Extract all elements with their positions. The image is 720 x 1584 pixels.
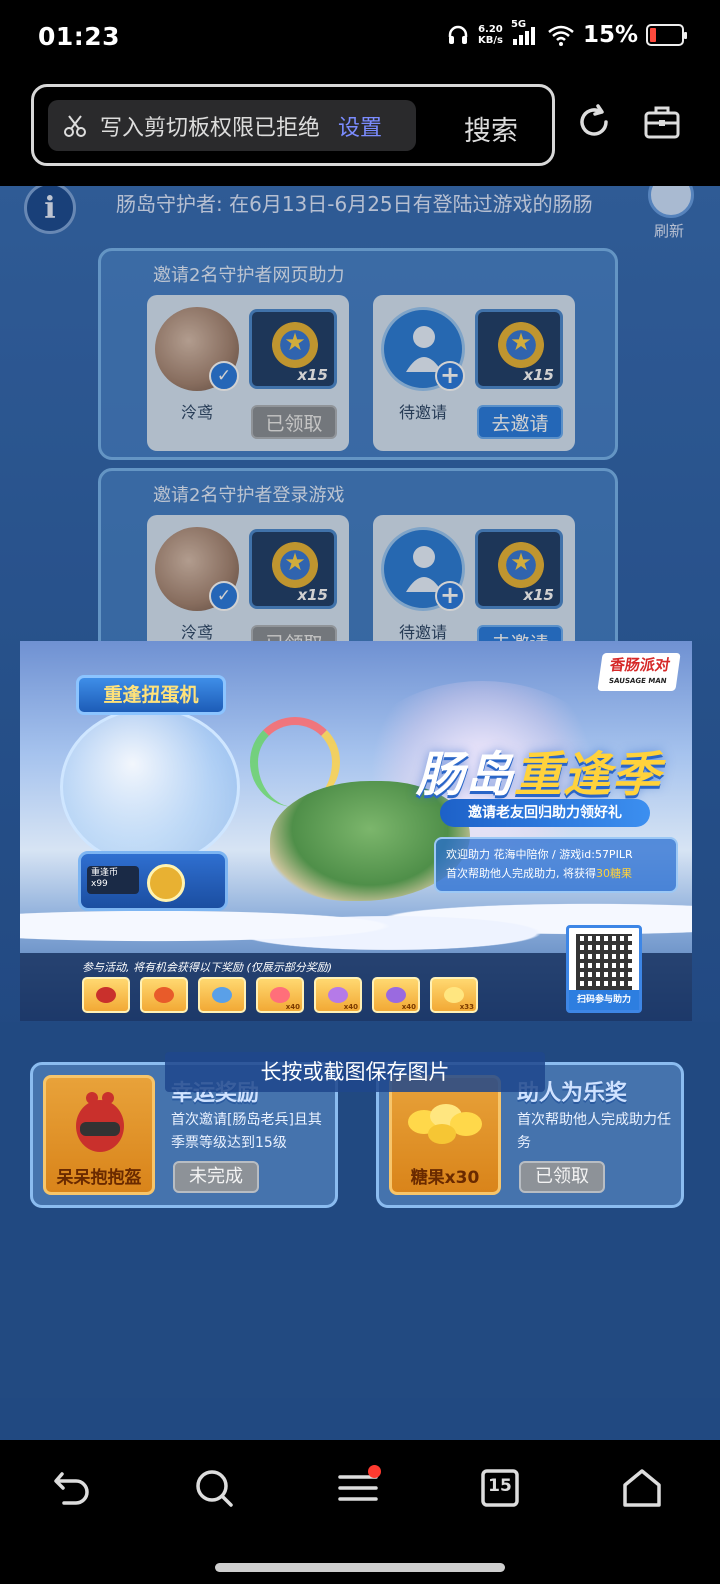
home-icon[interactable] — [620, 1466, 664, 1510]
prize-status-button[interactable]: 未完成 — [173, 1161, 259, 1193]
toast-settings-link[interactable]: 设置 — [338, 110, 382, 142]
prize-status-button[interactable]: 已领取 — [519, 1161, 605, 1193]
reward-item: x33 — [430, 977, 478, 1013]
battery-icon — [646, 24, 687, 46]
clipboard-toast: 写入剪切板权限已拒绝 设置 — [48, 100, 416, 151]
poster-subtitle: 邀请老友回归助力领好礼 — [440, 799, 650, 827]
helmet-icon — [76, 1092, 124, 1152]
prize-image-helmet: 呆呆抱抱盔 — [43, 1075, 155, 1195]
status-time: 01:23 — [38, 22, 121, 51]
prize-item-name: 糖果x30 — [410, 1168, 480, 1188]
notification-dot — [368, 1465, 381, 1478]
battery-percent: 15% — [582, 22, 638, 48]
toolbox-icon[interactable] — [642, 102, 682, 142]
reward-item — [140, 977, 188, 1013]
reward-item — [82, 977, 130, 1013]
qr-code: 扫码参与助力 — [566, 925, 642, 1013]
browser-toolbar: 写入剪切板权限已拒绝 设置 搜索 — [0, 78, 720, 186]
prize-item-name: 呆呆抱抱盔 — [56, 1168, 142, 1188]
refresh-icon[interactable] — [574, 102, 614, 142]
address-bar[interactable]: 写入剪切板权限已拒绝 设置 搜索 — [31, 84, 555, 166]
qr-pattern — [576, 934, 632, 990]
machine-globe — [60, 707, 240, 867]
status-bar: 01:23 6.20 KB/s 5G 15% — [0, 0, 720, 78]
machine-sign: 重逢扭蛋机 — [76, 675, 226, 715]
signal-icon: 5G — [511, 19, 539, 47]
save-image-hint: 长按或截图保存图片 — [165, 1052, 545, 1092]
reward-item — [198, 977, 246, 1013]
tab-count: 15 — [488, 1476, 512, 1496]
tabs-icon[interactable]: 15 — [478, 1466, 522, 1510]
status-icons: 6.20 KB/s 5G 15% — [446, 19, 687, 48]
qr-label: 扫码参与助力 — [569, 990, 639, 1010]
candy-icon — [408, 1104, 482, 1144]
reward-strip-label: 参与活动, 将有机会获得以下奖励 (仅展示部分奖励) — [82, 961, 333, 974]
reward-item: x40 — [256, 977, 304, 1013]
machine-base: 重逢币 x99 — [78, 851, 228, 911]
wifi-icon — [548, 25, 574, 46]
search-button[interactable]: 搜索 — [464, 109, 518, 148]
scissors-icon — [64, 114, 86, 137]
capsule-machine: 重逢币 x99 重逢扭蛋机 — [60, 661, 245, 911]
reward-item: x40 — [372, 977, 420, 1013]
back-icon[interactable] — [50, 1466, 94, 1510]
prize-image-candy: 糖果x30 — [389, 1075, 501, 1195]
net-speed: 6.20 KB/s — [477, 24, 503, 46]
prize-description: 首次邀请[肠岛老兵]且其季票等级达到15级 — [171, 1112, 322, 1151]
browser-nav-bar: 15 — [0, 1440, 720, 1584]
game-logo: 香肠派对 SAUSAGE MAN — [597, 653, 681, 691]
prize-description: 首次帮助他人完成助力任务 — [517, 1112, 671, 1151]
reward-item: x40 — [314, 977, 362, 1013]
toast-message: 写入剪切板权限已拒绝 — [100, 115, 321, 141]
home-indicator[interactable] — [215, 1563, 505, 1572]
headphones-icon — [448, 25, 468, 44]
poster-title: 肠岛重逢季 — [416, 747, 662, 803]
coin-slot-icon — [147, 864, 185, 902]
welcome-box: 欢迎助力 花海中陪你 / 游戏id:57PILR 首次帮助他人完成助力, 将获得… — [434, 837, 678, 893]
search-icon[interactable] — [192, 1466, 236, 1510]
machine-counter: 重逢币 x99 — [87, 866, 139, 894]
share-poster[interactable]: 重逢币 x99 重逢扭蛋机 香肠派对 SAUSAGE MAN 肠岛重逢季 邀请老… — [20, 641, 692, 1021]
